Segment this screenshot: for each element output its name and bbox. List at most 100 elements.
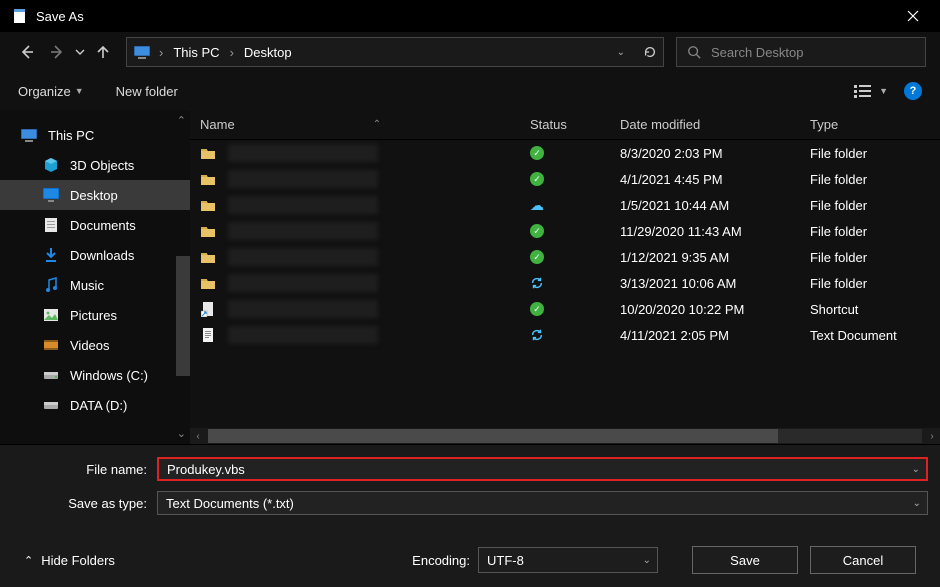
search-box[interactable] bbox=[676, 37, 926, 67]
chevron-down-icon[interactable]: ⌄ bbox=[912, 464, 920, 475]
sidebar-item-label: DATA (D:) bbox=[70, 398, 127, 413]
file-row[interactable]: ✓10/20/2020 10:22 PMShortcut bbox=[190, 296, 940, 322]
file-type: File folder bbox=[800, 224, 940, 239]
file-date: 4/11/2021 2:05 PM bbox=[610, 328, 800, 343]
recent-locations-button[interactable] bbox=[74, 39, 86, 65]
column-date[interactable]: Date modified bbox=[610, 117, 800, 132]
hide-folders-button[interactable]: ⌃ Hide Folders bbox=[24, 553, 115, 568]
column-type[interactable]: Type bbox=[800, 117, 940, 132]
savetype-label: Save as type: bbox=[12, 496, 157, 511]
sort-caret-icon: ⌃ bbox=[373, 119, 381, 130]
sidebar-item-music[interactable]: Music bbox=[0, 270, 190, 300]
chevron-down-icon[interactable]: ⌄ bbox=[643, 555, 651, 566]
sidebar-item-drive-c[interactable]: Windows (C:) bbox=[0, 360, 190, 390]
new-folder-button[interactable]: New folder bbox=[116, 84, 178, 99]
address-dropdown-icon[interactable]: ⌄ bbox=[617, 47, 625, 58]
file-name-redacted bbox=[228, 300, 378, 318]
file-date: 3/13/2021 10:06 AM bbox=[610, 276, 800, 291]
chevron-up-icon: ⌃ bbox=[24, 554, 33, 567]
scroll-right-icon[interactable]: › bbox=[924, 431, 940, 442]
file-icon bbox=[200, 249, 216, 265]
sidebar-item-videos[interactable]: Videos bbox=[0, 330, 190, 360]
file-row[interactable]: 4/11/2021 2:05 PMText Document bbox=[190, 322, 940, 348]
address-bar[interactable]: › This PC › Desktop ⌄ bbox=[126, 37, 664, 67]
sidebar-item-label: Music bbox=[70, 278, 104, 293]
horizontal-scrollbar[interactable]: ‹ › bbox=[190, 428, 940, 444]
titlebar: Save As bbox=[0, 0, 940, 32]
file-name-redacted bbox=[228, 326, 378, 344]
column-status[interactable]: Status bbox=[520, 117, 610, 132]
encoding-label: Encoding: bbox=[412, 553, 470, 568]
cancel-button[interactable]: Cancel bbox=[810, 546, 916, 574]
file-icon bbox=[200, 275, 216, 291]
file-type: File folder bbox=[800, 250, 940, 265]
close-button[interactable] bbox=[890, 0, 936, 32]
sidebar-item-label: Windows (C:) bbox=[70, 368, 148, 383]
file-icon bbox=[200, 197, 216, 213]
chevron-down-icon: ▼ bbox=[75, 86, 84, 96]
filename-label: File name: bbox=[12, 462, 157, 477]
status-ok-icon: ✓ bbox=[530, 302, 544, 316]
breadcrumb-this-pc[interactable]: This PC bbox=[167, 45, 225, 60]
sidebar-item-this-pc[interactable]: This PC bbox=[0, 120, 190, 150]
file-row[interactable]: ✓4/1/2021 4:45 PMFile folder bbox=[190, 166, 940, 192]
sidebar-item-label: Videos bbox=[70, 338, 110, 353]
sidebar-item-3d-objects[interactable]: 3D Objects bbox=[0, 150, 190, 180]
organize-button[interactable]: Organize ▼ bbox=[18, 84, 84, 99]
chevron-down-icon: ▼ bbox=[879, 86, 888, 96]
file-type: File folder bbox=[800, 172, 940, 187]
scroll-down-icon[interactable]: ⌄ bbox=[177, 427, 186, 440]
sidebar-item-documents[interactable]: Documents bbox=[0, 210, 190, 240]
filename-input[interactable]: Produkey.vbs ⌄ bbox=[157, 457, 928, 481]
sidebar-item-label: 3D Objects bbox=[70, 158, 134, 173]
file-date: 10/20/2020 10:22 PM bbox=[610, 302, 800, 317]
drive-icon bbox=[42, 367, 60, 383]
sidebar-scrollbar[interactable] bbox=[176, 256, 190, 376]
sidebar: ⌃ This PC 3D Objects Desktop bbox=[0, 110, 190, 444]
help-button[interactable]: ? bbox=[904, 82, 922, 100]
scroll-up-icon[interactable]: ⌃ bbox=[177, 114, 186, 127]
column-name[interactable]: Name ⌃ bbox=[190, 117, 520, 132]
file-icon bbox=[200, 171, 216, 187]
column-headers: Name ⌃ Status Date modified Type bbox=[190, 110, 940, 140]
sidebar-item-downloads[interactable]: Downloads bbox=[0, 240, 190, 270]
up-button[interactable] bbox=[90, 39, 116, 65]
sidebar-item-desktop[interactable]: Desktop bbox=[0, 180, 190, 210]
scroll-left-icon[interactable]: ‹ bbox=[190, 431, 206, 442]
file-name-redacted bbox=[228, 248, 378, 266]
window-title: Save As bbox=[36, 9, 84, 24]
videos-icon bbox=[42, 337, 60, 353]
drive-icon bbox=[42, 397, 60, 413]
sidebar-item-pictures[interactable]: Pictures bbox=[0, 300, 190, 330]
file-type: Text Document bbox=[800, 328, 940, 343]
save-as-dialog: Save As › This PC › Desktop ⌄ bbox=[0, 0, 940, 587]
sidebar-item-label: Documents bbox=[70, 218, 136, 233]
this-pc-icon bbox=[20, 127, 38, 143]
status-sync-icon bbox=[530, 328, 544, 342]
file-row[interactable]: ✓11/29/2020 11:43 AMFile folder bbox=[190, 218, 940, 244]
search-input[interactable] bbox=[711, 45, 915, 60]
pictures-icon bbox=[42, 307, 60, 323]
file-list: ✓8/3/2020 2:03 PMFile folder✓4/1/2021 4:… bbox=[190, 140, 940, 428]
file-date: 1/12/2021 9:35 AM bbox=[610, 250, 800, 265]
sidebar-item-drive-d[interactable]: DATA (D:) bbox=[0, 390, 190, 420]
save-button[interactable]: Save bbox=[692, 546, 798, 574]
status-ok-icon: ✓ bbox=[530, 146, 544, 160]
file-icon bbox=[200, 223, 216, 239]
back-button[interactable] bbox=[14, 39, 40, 65]
file-name-redacted bbox=[228, 274, 378, 292]
chevron-down-icon[interactable]: ⌄ bbox=[913, 498, 921, 509]
file-row[interactable]: ✓8/3/2020 2:03 PMFile folder bbox=[190, 140, 940, 166]
breadcrumb-desktop[interactable]: Desktop bbox=[238, 45, 298, 60]
encoding-select[interactable]: UTF-8 ⌄ bbox=[478, 547, 658, 573]
refresh-button[interactable] bbox=[643, 45, 657, 59]
file-row[interactable]: 3/13/2021 10:06 AMFile folder bbox=[190, 270, 940, 296]
main-area: ⌃ This PC 3D Objects Desktop bbox=[0, 110, 940, 444]
file-row[interactable]: ☁1/5/2021 10:44 AMFile folder bbox=[190, 192, 940, 218]
file-icon bbox=[200, 145, 216, 161]
savetype-select[interactable]: Text Documents (*.txt) ⌄ bbox=[157, 491, 928, 515]
file-name-redacted bbox=[228, 144, 378, 162]
file-row[interactable]: ✓1/12/2021 9:35 AMFile folder bbox=[190, 244, 940, 270]
forward-button[interactable] bbox=[44, 39, 70, 65]
view-options-button[interactable]: ▼ bbox=[853, 83, 888, 99]
